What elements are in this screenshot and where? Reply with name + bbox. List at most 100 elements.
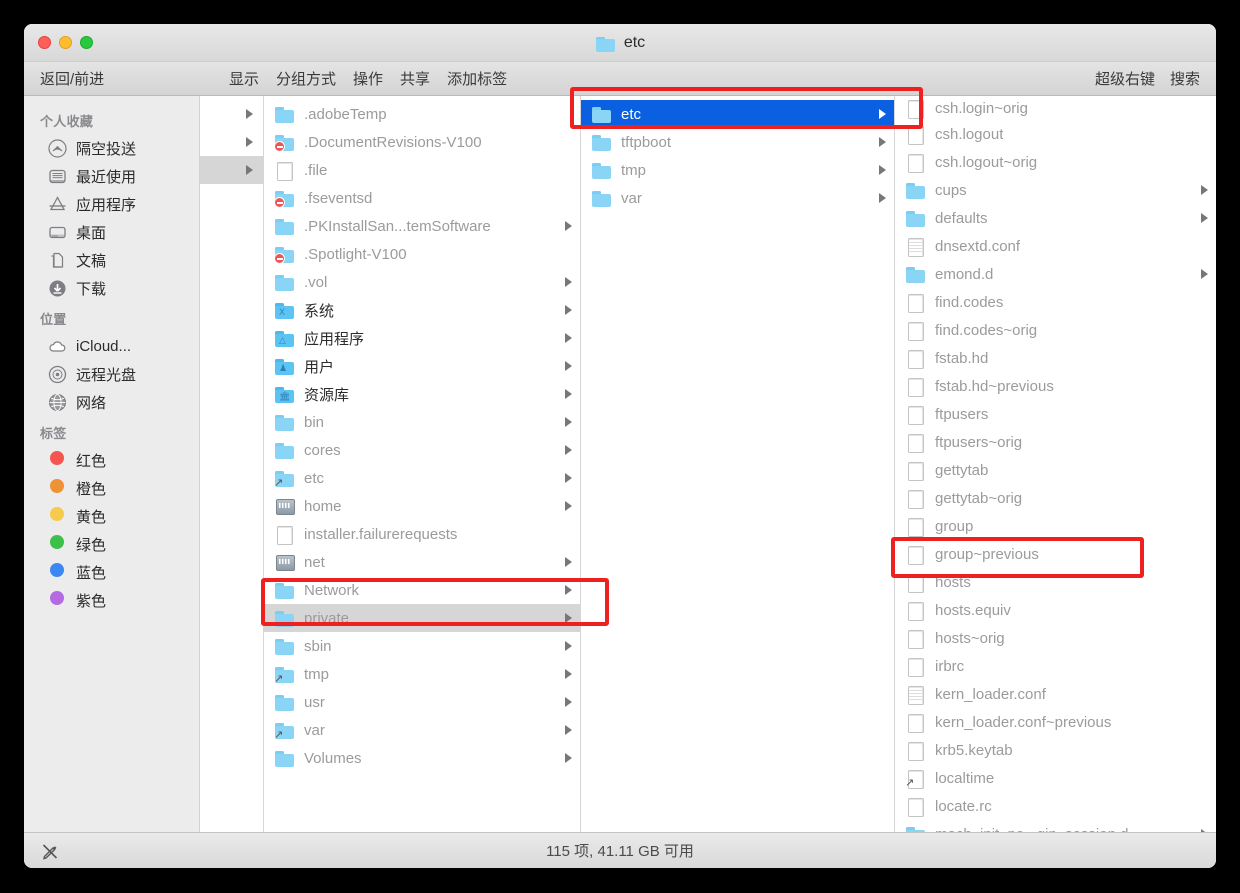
file-row[interactable]: find.codes~orig [895,316,1216,344]
file-row[interactable]: gettytab~orig [895,484,1216,512]
disclosure-arrow-icon[interactable] [565,641,572,651]
disclosure-arrow-icon[interactable] [565,333,572,343]
sidebar-item-网络[interactable]: 网络 [24,388,199,416]
toolbar-view-button[interactable]: 显示 [229,68,259,89]
file-row[interactable]: csh.logout [895,120,1216,148]
file-row[interactable]: cores [264,436,580,464]
sidebar-item-桌面[interactable]: 桌面 [24,218,199,246]
file-row[interactable]: ♟ 用户 [264,352,580,380]
file-row[interactable]: Network [264,576,580,604]
disclosure-arrow-icon[interactable] [565,445,572,455]
file-row[interactable]: △ 应用程序 [264,324,580,352]
file-row[interactable]: .Spotlight-V100 [264,240,580,268]
toolbar-search-button[interactable]: 搜索 [1170,68,1200,89]
toolbar-action-button[interactable]: 操作 [353,68,383,89]
disclosure-arrow-icon[interactable] [565,697,572,707]
file-row[interactable]: ftpusers [895,400,1216,428]
file-row[interactable]: ↗ localtime [895,764,1216,792]
disclosure-arrow-icon[interactable] [1201,269,1208,279]
file-row[interactable]: tftpboot [581,128,894,156]
file-row[interactable]: bin [264,408,580,436]
sidebar-item-紫色[interactable]: 紫色 [24,586,199,614]
pen-strikethrough-icon[interactable] [40,841,60,861]
sidebar-item-橙色[interactable]: 橙色 [24,474,199,502]
toolbar-superrightclick-button[interactable]: 超级右键 [1095,68,1155,89]
file-row[interactable]: cups [895,176,1216,204]
file-row[interactable]: emond.d [895,260,1216,288]
sidebar-item-蓝色[interactable]: 蓝色 [24,558,199,586]
disclosure-arrow-icon[interactable] [1201,213,1208,223]
disclosure-arrow-icon[interactable] [565,557,572,567]
disclosure-arrow-icon[interactable] [565,417,572,427]
file-row[interactable]: find.codes [895,288,1216,316]
file-row[interactable]: ↗ etc [264,464,580,492]
file-row[interactable]: home [264,492,580,520]
sidebar-item-icloud[interactable]: iCloud... [24,332,199,360]
disclosure-arrow-icon[interactable] [879,193,886,203]
disclosure-arrow-icon[interactable] [565,221,572,231]
file-row[interactable]: var [581,184,894,212]
file-row[interactable]: group~previous [895,540,1216,568]
sidebar-item-文稿[interactable]: 文稿 [24,246,199,274]
toolbar-groupby-button[interactable]: 分组方式 [276,68,336,89]
disclosure-arrow-icon[interactable] [879,109,886,119]
disclosure-arrow-icon[interactable] [565,361,572,371]
sidebar-item-绿色[interactable]: 绿色 [24,530,199,558]
sidebar-item-远程光盘[interactable]: 远程光盘 [24,360,199,388]
file-row[interactable]: fstab.hd [895,344,1216,372]
file-row[interactable]: group [895,512,1216,540]
file-row[interactable]: fstab.hd~previous [895,372,1216,400]
file-row[interactable]: gettytab [895,456,1216,484]
file-row[interactable]: hosts [895,568,1216,596]
file-row[interactable]: .vol [264,268,580,296]
file-row[interactable]: mach_init_pe...gin_session.d [895,820,1216,832]
file-row[interactable]: ftpusers~orig [895,428,1216,456]
toolbar-share-button[interactable]: 共享 [400,68,430,89]
file-row[interactable]: net [264,548,580,576]
disclosure-arrow-icon[interactable] [565,277,572,287]
column-0[interactable] [200,96,264,832]
disclosure-arrow-icon[interactable] [565,473,572,483]
sidebar-item-隔空投送[interactable]: 隔空投送 [24,134,199,162]
file-row[interactable]: hosts.equiv [895,596,1216,624]
file-row[interactable]: csh.login~orig [895,96,1216,120]
file-row[interactable]: locate.rc [895,792,1216,820]
sidebar-item-红色[interactable]: 红色 [24,446,199,474]
disclosure-arrow-icon[interactable] [565,725,572,735]
column-1-root[interactable]: .adobeTemp .DocumentRevisions-V100 .file .f… [264,96,581,832]
back-forward-button[interactable]: 返回/前进 [40,68,104,89]
file-row[interactable]: .PKInstallSan...temSoftware [264,212,580,240]
file-row[interactable]: usr [264,688,580,716]
file-row[interactable]: private [264,604,580,632]
sidebar-item-下载[interactable]: 下载 [24,274,199,302]
file-row[interactable]: .adobeTemp [264,100,580,128]
file-row[interactable]: krb5.keytab [895,736,1216,764]
file-row[interactable]: .file [264,156,580,184]
toolbar-addtag-button[interactable]: 添加标签 [447,68,507,89]
disclosure-arrow-icon[interactable] [565,753,572,763]
disclosure-arrow-icon[interactable] [879,137,886,147]
file-row[interactable]: .fseventsd [264,184,580,212]
file-row[interactable]: kern_loader.conf~previous [895,708,1216,736]
disclosure-arrow-icon[interactable] [565,669,572,679]
file-row[interactable] [200,128,263,156]
disclosure-arrow-icon[interactable] [246,137,253,147]
file-row[interactable]: installer.failurerequests [264,520,580,548]
file-row[interactable]: defaults [895,204,1216,232]
file-row[interactable]: tmp [581,156,894,184]
disclosure-arrow-icon[interactable] [565,305,572,315]
file-row[interactable]: sbin [264,632,580,660]
disclosure-arrow-icon[interactable] [565,389,572,399]
file-row[interactable] [200,100,263,128]
disclosure-arrow-icon[interactable] [565,613,572,623]
disclosure-arrow-icon[interactable] [246,109,253,119]
file-row[interactable]: csh.logout~orig [895,148,1216,176]
disclosure-arrow-icon[interactable] [246,165,253,175]
file-row[interactable]: ↗ tmp [264,660,580,688]
disclosure-arrow-icon[interactable] [879,165,886,175]
file-row[interactable]: dnsextd.conf [895,232,1216,260]
column-3-etc[interactable]: csh.login~orig csh.logout csh.logout~orig c… [895,96,1216,832]
column-2-private[interactable]: etc tftpboot tmp var [581,96,895,832]
file-row[interactable]: ↗ var [264,716,580,744]
sidebar-item-黄色[interactable]: 黄色 [24,502,199,530]
